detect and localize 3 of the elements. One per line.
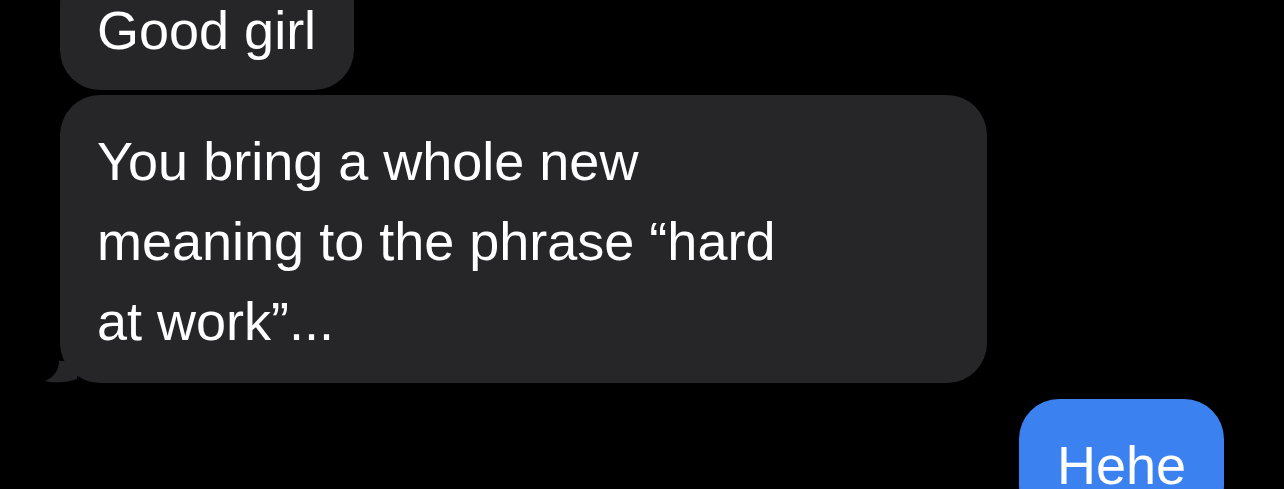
message-bubble: Good girl [60, 0, 355, 90]
message-bubble: Hehe [1018, 399, 1224, 489]
message-bubble: You bring a whole new meaning to the phrase “hard at work”... [60, 95, 987, 383]
